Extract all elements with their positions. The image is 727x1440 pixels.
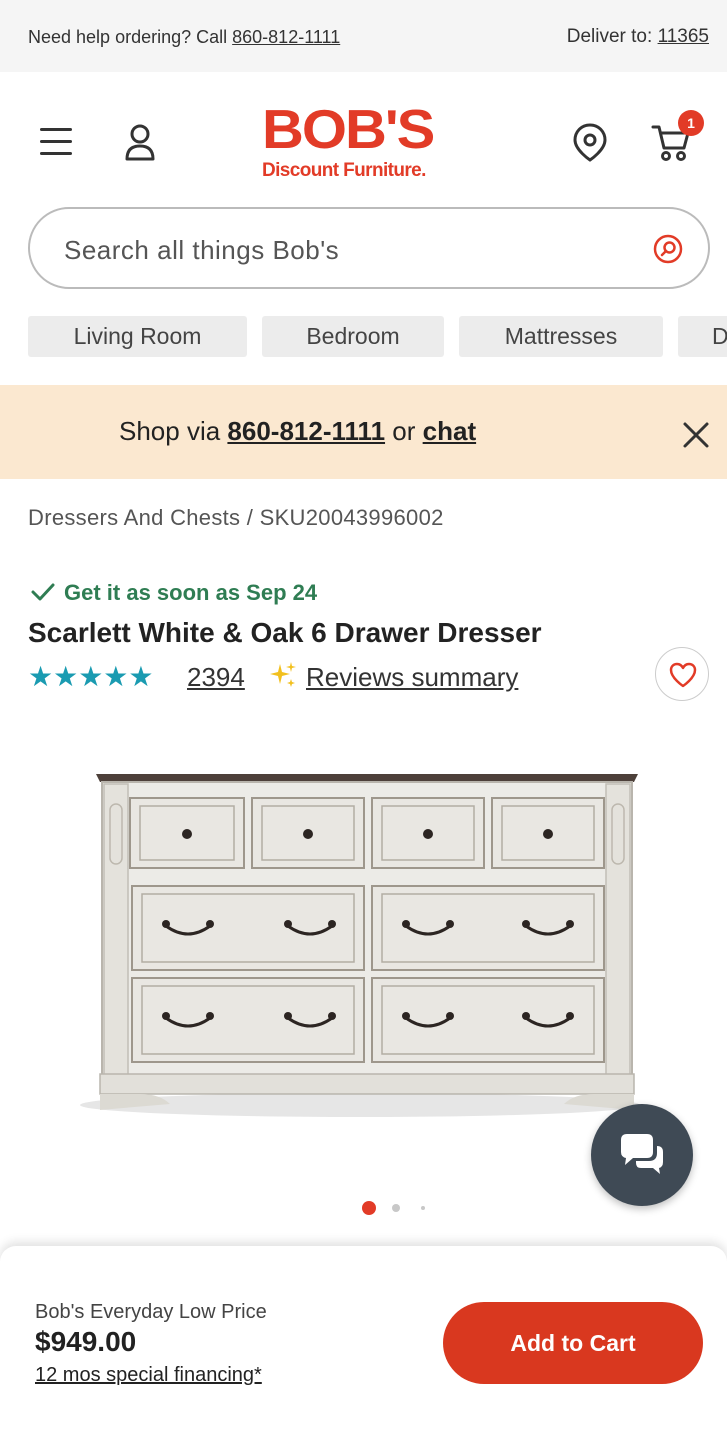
deliver-to: Deliver to: 11365 bbox=[567, 26, 709, 48]
checkmark-icon bbox=[31, 583, 55, 601]
help-bar: Need help ordering? Call 860-812-1111 De… bbox=[0, 0, 727, 72]
search-placeholder: Search all things Bob's bbox=[64, 235, 340, 265]
star-rating[interactable]: ★★★★★ bbox=[28, 660, 154, 693]
help-text: Need help ordering? Call 860-812-1111 bbox=[28, 27, 340, 48]
price-label: Bob's Everyday Low Price bbox=[35, 1301, 267, 1323]
help-phone-link[interactable]: 860-812-1111 bbox=[232, 27, 340, 47]
shop-via-banner: Shop via 860-812-1111 or chat bbox=[0, 385, 727, 479]
product-price: $949.00 bbox=[35, 1326, 137, 1357]
sparkle-icon bbox=[268, 660, 298, 690]
deliver-zip-link[interactable]: 11365 bbox=[658, 26, 709, 47]
breadcrumb-separator: / bbox=[246, 505, 254, 530]
chat-bubbles-icon bbox=[621, 1134, 663, 1174]
hamburger-menu-icon[interactable] bbox=[40, 128, 76, 158]
image-carousel-dots bbox=[360, 1200, 440, 1216]
financing-link[interactable]: 12 mos special financing* bbox=[35, 1364, 262, 1387]
carousel-dot[interactable] bbox=[421, 1206, 425, 1210]
breadcrumb-category[interactable]: Dressers And Chests bbox=[28, 505, 240, 530]
banner-or: or bbox=[392, 416, 416, 446]
bobs-logo[interactable]: BOB'S Discount Furniture. bbox=[262, 102, 472, 182]
product-title: Scarlett White & Oak 6 Drawer Dresser bbox=[28, 617, 542, 648]
rating-row: ★★★★★ 2394 Reviews summary bbox=[28, 658, 648, 694]
category-partial[interactable]: D bbox=[678, 316, 727, 357]
carousel-dot[interactable] bbox=[392, 1204, 400, 1212]
site-header: BOB'S Discount Furniture. 1 bbox=[0, 72, 727, 207]
close-icon[interactable] bbox=[680, 419, 712, 451]
help-prefix: Need help ordering? Call bbox=[28, 27, 228, 47]
heart-icon bbox=[669, 662, 697, 688]
delivery-estimate: Get it as soon as Sep 24 bbox=[30, 580, 317, 606]
location-pin-icon[interactable] bbox=[570, 122, 610, 162]
banner-phone-link[interactable]: 860-812-1111 bbox=[227, 416, 385, 446]
search-bar[interactable]: Search all things Bob's bbox=[28, 207, 710, 289]
deliver-prefix: Deliver to: bbox=[566, 26, 653, 47]
add-to-cart-button[interactable]: Add to Cart bbox=[443, 1302, 703, 1384]
logo-sub: Discount Furniture. bbox=[262, 160, 426, 181]
reviews-summary-link[interactable]: Reviews summary bbox=[306, 662, 518, 693]
product-image[interactable] bbox=[70, 760, 650, 1140]
carousel-dot-active[interactable] bbox=[362, 1201, 376, 1215]
banner-chat-link[interactable]: chat bbox=[423, 416, 476, 446]
category-mattresses[interactable]: Mattresses bbox=[459, 316, 663, 357]
category-living-room[interactable]: Living Room bbox=[28, 316, 247, 357]
review-count-link[interactable]: 2394 bbox=[187, 662, 245, 693]
purchase-footer: Bob's Everyday Low Price $949.00 12 mos … bbox=[0, 1246, 727, 1440]
logo-main: BOB'S bbox=[262, 98, 435, 161]
banner-text: Shop via 860-812-1111 or chat bbox=[119, 416, 476, 447]
breadcrumb: Dressers And Chests / SKU20043996002 bbox=[28, 505, 444, 531]
banner-prefix: Shop via bbox=[119, 416, 221, 446]
chat-button[interactable] bbox=[591, 1104, 693, 1206]
category-nav: Living Room Bedroom Mattresses D bbox=[28, 316, 727, 358]
wishlist-button[interactable] bbox=[655, 647, 709, 701]
delivery-text: Get it as soon as Sep 24 bbox=[64, 580, 318, 605]
cart-count-badge: 1 bbox=[678, 110, 704, 136]
category-bedroom[interactable]: Bedroom bbox=[262, 316, 444, 357]
search-icon[interactable] bbox=[652, 233, 684, 265]
account-icon[interactable] bbox=[120, 122, 160, 162]
breadcrumb-sku: SKU20043996002 bbox=[259, 505, 444, 530]
